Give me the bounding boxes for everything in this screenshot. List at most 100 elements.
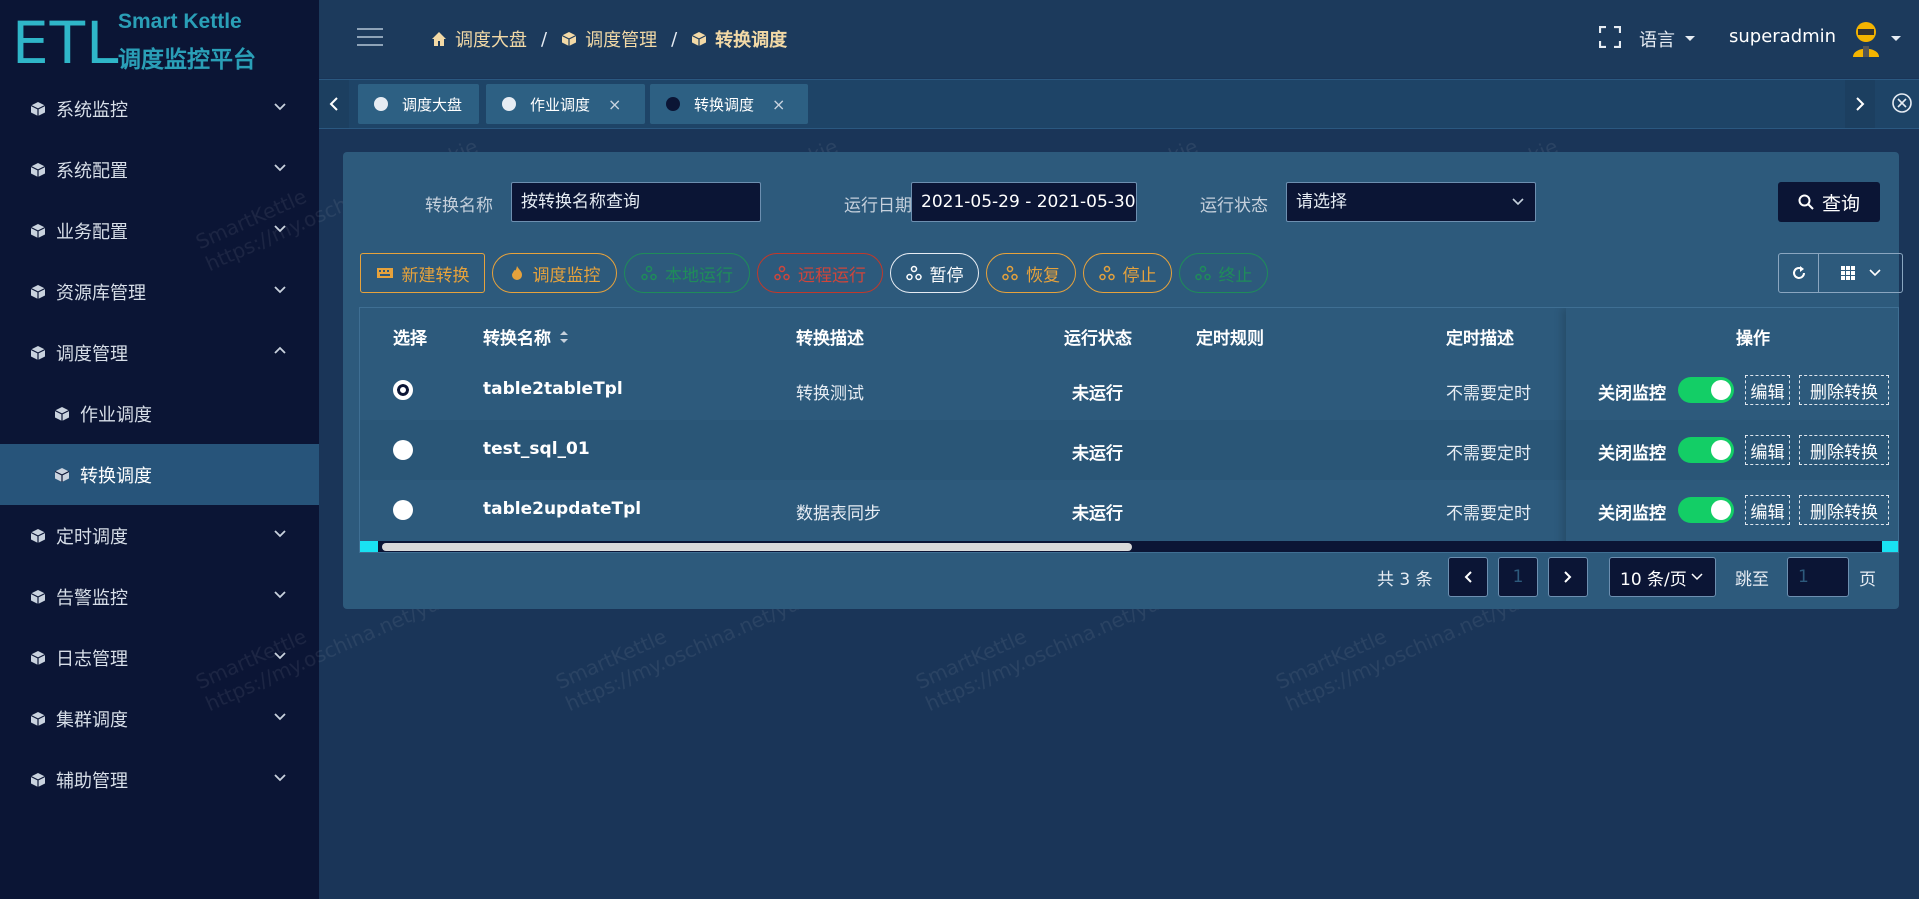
tab-scroll-left[interactable] bbox=[319, 80, 349, 128]
tab-job-schedule[interactable]: 作业调度 × bbox=[486, 84, 645, 124]
status-filter-label: 运行状态 bbox=[1200, 196, 1268, 216]
tab-dashboard[interactable]: 调度大盘 bbox=[358, 84, 479, 124]
col-status: 运行状态 bbox=[1064, 329, 1132, 349]
monitor-toggle[interactable] bbox=[1678, 497, 1734, 523]
horizontal-scrollbar[interactable] bbox=[360, 541, 1898, 552]
sidebar-item[interactable]: 资源库管理 bbox=[0, 261, 319, 322]
tab-scroll-right[interactable] bbox=[1845, 80, 1875, 128]
monitor-toggle[interactable] bbox=[1678, 377, 1734, 403]
trans-name-input[interactable]: 按转换名称查询 bbox=[511, 182, 761, 222]
chevron-down-icon bbox=[274, 103, 286, 111]
trans-table: 选择 转换名称 转换描述 运行状态 定时规则 定时描述 table2tableT… bbox=[359, 307, 1899, 553]
page-number[interactable]: 1 bbox=[1498, 557, 1538, 597]
chevron-left-icon bbox=[329, 97, 338, 111]
chevron-down-icon bbox=[274, 591, 286, 599]
breadcrumb-home[interactable]: 调度大盘 bbox=[431, 26, 527, 52]
close-icon[interactable]: × bbox=[772, 95, 785, 114]
jump-page-input[interactable]: 1 bbox=[1787, 557, 1849, 597]
sidebar-item[interactable]: 系统监控 bbox=[0, 78, 319, 139]
tab-dot bbox=[374, 97, 388, 111]
pause-button[interactable]: 暂停 bbox=[890, 253, 979, 293]
sidebar-item[interactable]: 日志管理 bbox=[0, 627, 319, 688]
keyboard-icon bbox=[376, 268, 393, 278]
logo: ETL Smart Kettle 调度监控平台 bbox=[10, 8, 310, 74]
delete-button[interactable]: 删除转换 bbox=[1799, 375, 1889, 405]
pagination-total: 共 3 条 bbox=[1377, 570, 1433, 590]
cube-icon bbox=[30, 711, 46, 726]
run-status-select[interactable]: 请选择 bbox=[1286, 182, 1536, 222]
sidebar-item-label: 资源库管理 bbox=[56, 282, 146, 304]
sidebar-item[interactable]: 告警监控 bbox=[0, 566, 319, 627]
edit-button[interactable]: 编辑 bbox=[1745, 435, 1790, 465]
terminate-button[interactable]: 终止 bbox=[1179, 253, 1268, 293]
cell-name: table2updateTpl bbox=[483, 499, 642, 519]
tags-view: 调度大盘 作业调度 × 转换调度 × bbox=[319, 79, 1919, 129]
tab-label: 转换调度 bbox=[694, 95, 755, 114]
monitor-toggle-label: 关闭监控 bbox=[1598, 384, 1666, 404]
avatar[interactable] bbox=[1849, 20, 1883, 58]
close-icon[interactable]: × bbox=[608, 95, 621, 114]
cube-icon bbox=[30, 528, 46, 543]
tab-dot bbox=[666, 97, 680, 111]
tab-dot bbox=[502, 97, 516, 111]
operations-column: 操作 关闭监控 编辑 删除转换 关闭监控 编辑 删除转换 关闭监控 编辑 删除转换 bbox=[1566, 308, 1898, 552]
delete-button[interactable]: 删除转换 bbox=[1799, 495, 1889, 525]
chevron-down-icon bbox=[1691, 573, 1703, 581]
cluster-icon bbox=[1098, 265, 1115, 281]
caret-down-icon bbox=[1685, 36, 1695, 41]
edit-button[interactable]: 编辑 bbox=[1745, 495, 1790, 525]
breadcrumb-section[interactable]: 调度管理 bbox=[561, 26, 657, 52]
cluster-icon bbox=[641, 265, 657, 281]
monitor-toggle[interactable] bbox=[1678, 437, 1734, 463]
username[interactable]: superadmin bbox=[1729, 26, 1836, 47]
close-all-tabs-icon[interactable] bbox=[1891, 92, 1913, 114]
run-date-picker[interactable]: 2021-05-29 - 2021-05-30 bbox=[911, 182, 1137, 222]
monitor-button[interactable]: 调度监控 bbox=[492, 253, 617, 293]
local-run-button[interactable]: 本地运行 bbox=[624, 253, 750, 293]
columns-toggle-button[interactable] bbox=[1819, 254, 1902, 292]
next-page-button[interactable] bbox=[1548, 557, 1588, 597]
row-radio[interactable] bbox=[393, 440, 413, 460]
resume-button[interactable]: 恢复 bbox=[986, 253, 1076, 293]
caret-down-icon[interactable] bbox=[1889, 34, 1903, 44]
logo-title: Smart Kettle bbox=[118, 10, 242, 33]
row-radio[interactable] bbox=[393, 380, 413, 400]
sort-icon[interactable] bbox=[559, 329, 569, 345]
cell-status: 未运行 bbox=[1072, 384, 1123, 404]
remote-run-button[interactable]: 远程运行 bbox=[757, 253, 883, 293]
language-dropdown[interactable]: 语言 bbox=[1639, 26, 1699, 52]
sidebar-item[interactable]: 调度管理 bbox=[0, 322, 319, 383]
sidebar-item[interactable]: 定时调度 bbox=[0, 505, 319, 566]
fullscreen-icon[interactable] bbox=[1599, 26, 1621, 48]
stop-button[interactable]: 停止 bbox=[1083, 253, 1172, 293]
col-name-label: 转换名称 bbox=[483, 329, 551, 349]
prev-page-button[interactable] bbox=[1448, 557, 1488, 597]
col-name[interactable]: 转换名称 bbox=[483, 324, 569, 349]
scrollbar-thumb[interactable] bbox=[382, 543, 1132, 551]
search-icon bbox=[1798, 194, 1814, 210]
tab-trans-schedule[interactable]: 转换调度 × bbox=[650, 84, 808, 124]
sidebar-item[interactable]: 作业调度 bbox=[0, 383, 319, 444]
row-radio[interactable] bbox=[393, 500, 413, 520]
hamburger-menu-icon[interactable] bbox=[357, 27, 383, 47]
sidebar-item[interactable]: 集群调度 bbox=[0, 688, 319, 749]
sidebar-item-label: 集群调度 bbox=[56, 709, 128, 731]
cell-name: table2tableTpl bbox=[483, 379, 623, 399]
sidebar-item-label: 调度管理 bbox=[56, 343, 128, 365]
cube-icon bbox=[30, 589, 46, 604]
sidebar-item-label: 作业调度 bbox=[80, 404, 152, 426]
delete-button[interactable]: 删除转换 bbox=[1799, 435, 1889, 465]
sidebar-item[interactable]: 业务配置 bbox=[0, 200, 319, 261]
refresh-button[interactable] bbox=[1779, 254, 1819, 292]
edit-button[interactable]: 编辑 bbox=[1745, 375, 1790, 405]
new-trans-button[interactable]: 新建转换 bbox=[360, 253, 485, 293]
sidebar-item[interactable]: 转换调度 bbox=[0, 444, 319, 505]
cluster-icon bbox=[1002, 265, 1018, 281]
search-button[interactable]: 查询 bbox=[1778, 182, 1880, 222]
sidebar-item[interactable]: 辅助管理 bbox=[0, 749, 319, 810]
sidebar-item[interactable]: 系统配置 bbox=[0, 139, 319, 200]
cell-rule-desc: 不需要定时 bbox=[1446, 384, 1531, 404]
cluster-icon bbox=[905, 265, 922, 281]
col-select: 选择 bbox=[393, 329, 427, 349]
page-size-select[interactable]: 10 条/页 bbox=[1609, 557, 1716, 597]
